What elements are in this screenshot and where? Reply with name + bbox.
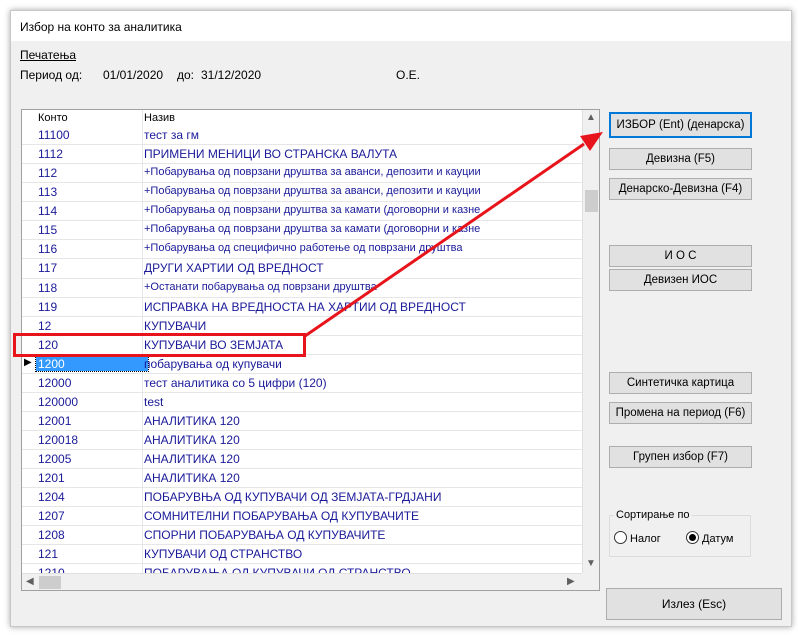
annotation-arrow-icon xyxy=(304,132,603,338)
